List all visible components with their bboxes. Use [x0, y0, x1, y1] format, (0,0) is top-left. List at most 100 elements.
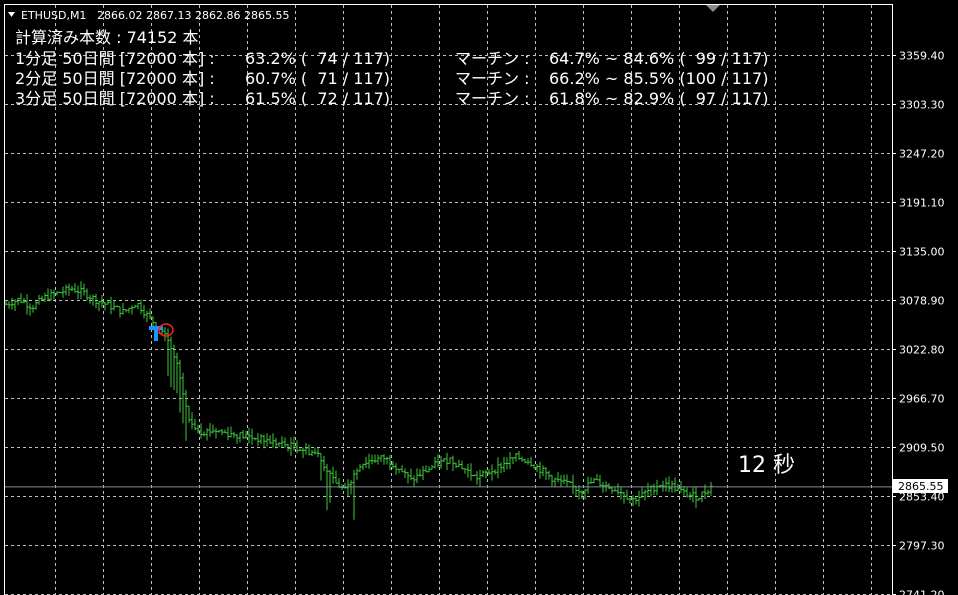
- price-bar: [652, 483, 656, 496]
- price-bar: [691, 487, 695, 503]
- price-bar: [136, 302, 140, 310]
- price-bar: [409, 468, 413, 481]
- price-bar: [667, 476, 671, 493]
- current-price-tag-text: 2865.55: [898, 480, 944, 493]
- price-bar: [256, 433, 260, 446]
- price-bar: [385, 456, 389, 465]
- price-bar: [400, 465, 404, 473]
- stats-row-3-martin-label: マーチン :: [455, 89, 529, 108]
- price-bar: [142, 304, 146, 319]
- price-bar: [277, 442, 281, 448]
- price-bar: [16, 297, 20, 306]
- price-bar: [451, 455, 455, 471]
- price-bar: [124, 309, 128, 313]
- price-bar: [235, 434, 239, 444]
- price-bars: [4, 281, 713, 520]
- price-bar: [475, 471, 479, 485]
- countdown-timer: 12 秒: [738, 453, 795, 478]
- price-bar: [523, 458, 527, 464]
- price-bar: [598, 475, 602, 487]
- stats-row-3-label: 3分足 50日間 [72000 本] :: [15, 89, 215, 108]
- price-bar: [49, 289, 53, 302]
- price-bar: [61, 286, 65, 298]
- price-bar: [457, 459, 461, 468]
- price-bar: [28, 303, 32, 316]
- price-bar: [709, 481, 713, 496]
- price-bar: [289, 437, 293, 456]
- price-bar: [574, 485, 578, 497]
- price-bar: [427, 466, 431, 473]
- price-bar: [472, 474, 476, 477]
- price-bar: [319, 453, 323, 481]
- price-chart[interactable]: 3359.40 3303.30 3247.20 3191.10 3135.00 3078.…: [0, 0, 958, 595]
- price-bar: [607, 483, 611, 489]
- price-bar: [79, 281, 83, 300]
- price-bar: [517, 450, 521, 460]
- price-bar: [19, 293, 23, 304]
- price-tick-label: 3135.00: [899, 246, 945, 259]
- price-bar: [241, 430, 245, 440]
- price-tick-label: 3359.40: [899, 50, 945, 63]
- price-bar: [571, 474, 575, 494]
- price-bar: [547, 470, 551, 480]
- price-bar: [532, 464, 536, 469]
- price-bar: [394, 463, 398, 475]
- price-bar: [529, 456, 533, 467]
- price-bar: [280, 436, 284, 448]
- price-bar: [643, 489, 647, 501]
- price-bar: [358, 464, 362, 472]
- price-bar: [217, 430, 221, 433]
- stats-row-2-martin-label: マーチン :: [455, 69, 529, 88]
- price-bar: [616, 483, 620, 496]
- price-bar: [367, 453, 371, 469]
- stats-row-1-martin: 64.7% ~ 84.6% ( 99 / 117): [549, 49, 768, 68]
- price-bar: [67, 283, 71, 296]
- price-bar: [562, 474, 566, 485]
- chart-menu-triangle-icon[interactable]: [8, 12, 15, 17]
- price-bar: [109, 296, 113, 315]
- price-bar: [271, 433, 275, 448]
- computed-bars-text: 計算済み本数 : 74152 本: [15, 28, 199, 47]
- price-bar: [352, 469, 356, 520]
- price-bar: [64, 284, 68, 296]
- price-bar: [541, 465, 545, 477]
- price-bar: [259, 433, 263, 444]
- price-bar: [415, 468, 419, 484]
- price-bar: [208, 422, 212, 437]
- price-bar: [700, 491, 704, 503]
- price-bar: [499, 462, 503, 474]
- price-bar: [97, 301, 101, 312]
- price-bar: [382, 454, 386, 465]
- price-bar: [127, 307, 131, 314]
- price-bar: [655, 479, 659, 496]
- ohlc-label: 2866.02 2867.13 2862.86 2865.55: [97, 9, 289, 22]
- price-bar: [565, 474, 569, 487]
- price-tick-label: 2909.50: [899, 442, 945, 455]
- price-bar: [301, 447, 305, 458]
- price-bar: [82, 283, 86, 296]
- price-bar: [424, 465, 428, 473]
- price-bar: [403, 468, 407, 479]
- price-bar: [178, 359, 182, 413]
- stats-row-1-martin-label: マーチン :: [455, 49, 529, 68]
- price-bar: [355, 468, 359, 480]
- price-bar: [262, 434, 266, 449]
- stats-row-1-rate: 63.2% ( 74 / 117): [245, 49, 390, 68]
- price-bar: [112, 299, 116, 311]
- price-bar: [445, 453, 449, 471]
- price-bar: [202, 431, 206, 437]
- price-bar: [310, 449, 314, 457]
- price-bar: [274, 438, 278, 449]
- price-bar: [448, 457, 452, 464]
- price-bar: [364, 456, 368, 468]
- price-bar: [223, 429, 227, 434]
- price-bar: [526, 458, 530, 465]
- price-bar: [232, 431, 236, 439]
- price-bar: [706, 489, 710, 496]
- price-bar: [508, 452, 512, 469]
- price-bar: [496, 457, 500, 479]
- price-bar: [130, 305, 134, 315]
- chart-shift-marker-icon[interactable]: [706, 5, 720, 12]
- price-bar: [646, 482, 650, 497]
- price-tick-label: 3078.90: [899, 295, 945, 308]
